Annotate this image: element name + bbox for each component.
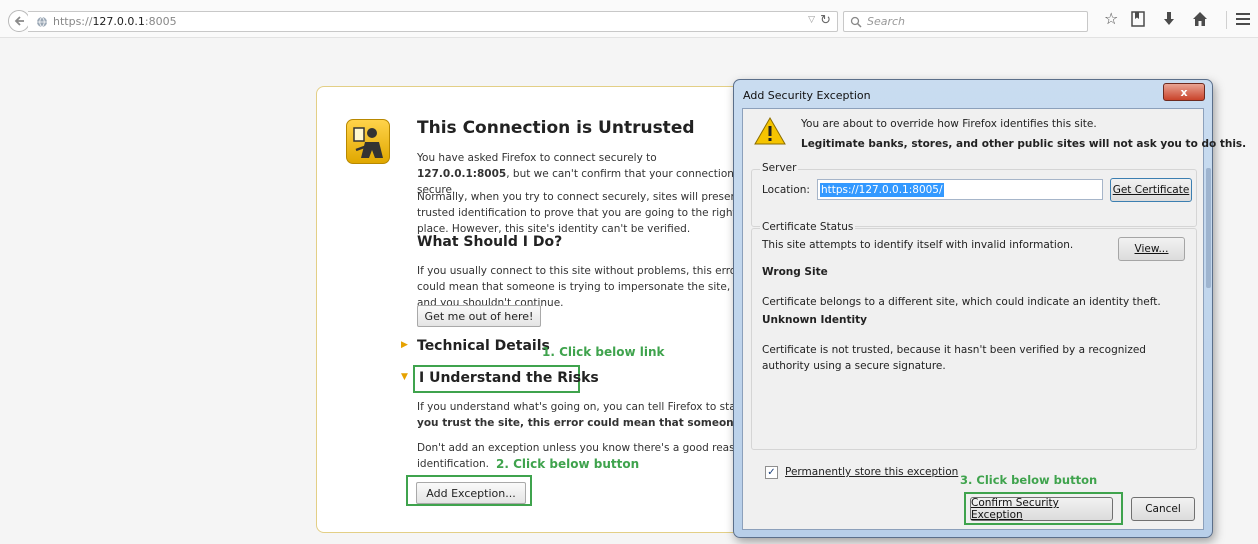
understand-risks-link[interactable]: I Understand the Risks xyxy=(419,370,599,386)
what-should-i-do-text: If you usually connect to this site with… xyxy=(417,265,741,309)
search-placeholder: Search xyxy=(867,15,906,28)
unknown-identity-heading: Unknown Identity xyxy=(762,314,868,326)
permanent-store-label[interactable]: Permanently store this exception xyxy=(785,466,958,478)
location-label: Location: xyxy=(762,184,810,196)
technical-details-link[interactable]: Technical Details xyxy=(417,338,550,354)
menu-icon[interactable] xyxy=(1236,13,1250,25)
status-intro-text: This site attempts to identify itself wi… xyxy=(762,239,1074,251)
toolbar-separator xyxy=(1226,11,1227,29)
back-button[interactable] xyxy=(8,10,30,32)
dialog-scrollbar[interactable] xyxy=(1206,168,1211,288)
certificate-status-group xyxy=(751,228,1197,450)
home-icon[interactable] xyxy=(1192,11,1208,27)
location-input[interactable]: https://127.0.0.1:8005/ xyxy=(817,179,1103,200)
identification-text: identification. xyxy=(417,458,490,470)
expand-arrow-icon: ▶ xyxy=(401,340,408,350)
warning-line-2: Legitimate banks, stores, and other publ… xyxy=(801,138,1247,150)
annotation-step2: 2. Click below button xyxy=(496,457,640,471)
annotation-step3: 3. Click below button xyxy=(960,473,1098,487)
reload-icon[interactable]: ↻ xyxy=(820,13,831,28)
dialog-body: You are about to override how Firefox id… xyxy=(742,108,1246,530)
view-certificate-button[interactable]: View... xyxy=(1118,237,1185,261)
globe-icon xyxy=(37,16,47,28)
page-title: This Connection is Untrusted xyxy=(417,118,695,138)
server-label: Server xyxy=(760,162,799,174)
wrong-site-heading: Wrong Site xyxy=(762,266,828,278)
bookmark-star-icon[interactable]: ☆ xyxy=(1104,9,1118,28)
normal-text: Normally, when you try to connect secure… xyxy=(417,191,742,235)
confirm-security-exception-button[interactable]: Confirm Security Exception xyxy=(970,497,1113,521)
download-icon[interactable] xyxy=(1163,11,1175,27)
cancel-button[interactable]: Cancel xyxy=(1131,497,1195,521)
wrong-site-text: Certificate belongs to a different site,… xyxy=(762,296,1161,308)
annotation-step1: 1. Click below link xyxy=(542,345,665,359)
url-dropdown-icon[interactable]: ▽ xyxy=(808,15,815,25)
permanent-store-checkbox[interactable]: ✓ xyxy=(765,466,778,479)
risks-text-1: If you understand what's going on, you c… xyxy=(417,401,737,413)
collapse-arrow-icon: ▼ xyxy=(401,372,408,382)
certificate-status-label: Certificate Status xyxy=(760,221,856,233)
dont-add-text: Don't add an exception unless you know t… xyxy=(417,442,737,454)
what-should-i-do-heading: What Should I Do? xyxy=(417,234,563,250)
warning-icon xyxy=(754,117,786,145)
security-officer-icon xyxy=(346,119,390,164)
bookmarks-list-icon[interactable] xyxy=(1131,11,1145,27)
risks-text-2: you trust the site, this error could mea… xyxy=(417,417,737,429)
url-text: https://127.0.0.1:8005 xyxy=(53,15,177,28)
warning-line-1: You are about to override how Firefox id… xyxy=(801,118,1097,130)
search-icon xyxy=(850,16,862,28)
add-security-exception-dialog: Add Security Exception x You are about t… xyxy=(733,79,1246,538)
unknown-identity-text: Certificate is not trusted, because it h… xyxy=(762,344,1146,372)
url-bar[interactable]: https://127.0.0.1:8005 ▽ ↻ xyxy=(28,11,838,32)
get-certificate-button[interactable]: Get Certificate xyxy=(1110,178,1192,202)
search-bar[interactable]: Search xyxy=(843,11,1088,32)
dialog-title: Add Security Exception xyxy=(743,89,871,102)
browser-toolbar: https://127.0.0.1:8005 ▽ ↻ Search ☆ xyxy=(0,0,1258,38)
back-arrow-icon xyxy=(14,16,24,26)
get-me-out-button[interactable]: Get me out of here! xyxy=(417,305,541,327)
close-button[interactable]: x xyxy=(1163,83,1205,101)
add-exception-button[interactable]: Add Exception... xyxy=(416,482,526,504)
